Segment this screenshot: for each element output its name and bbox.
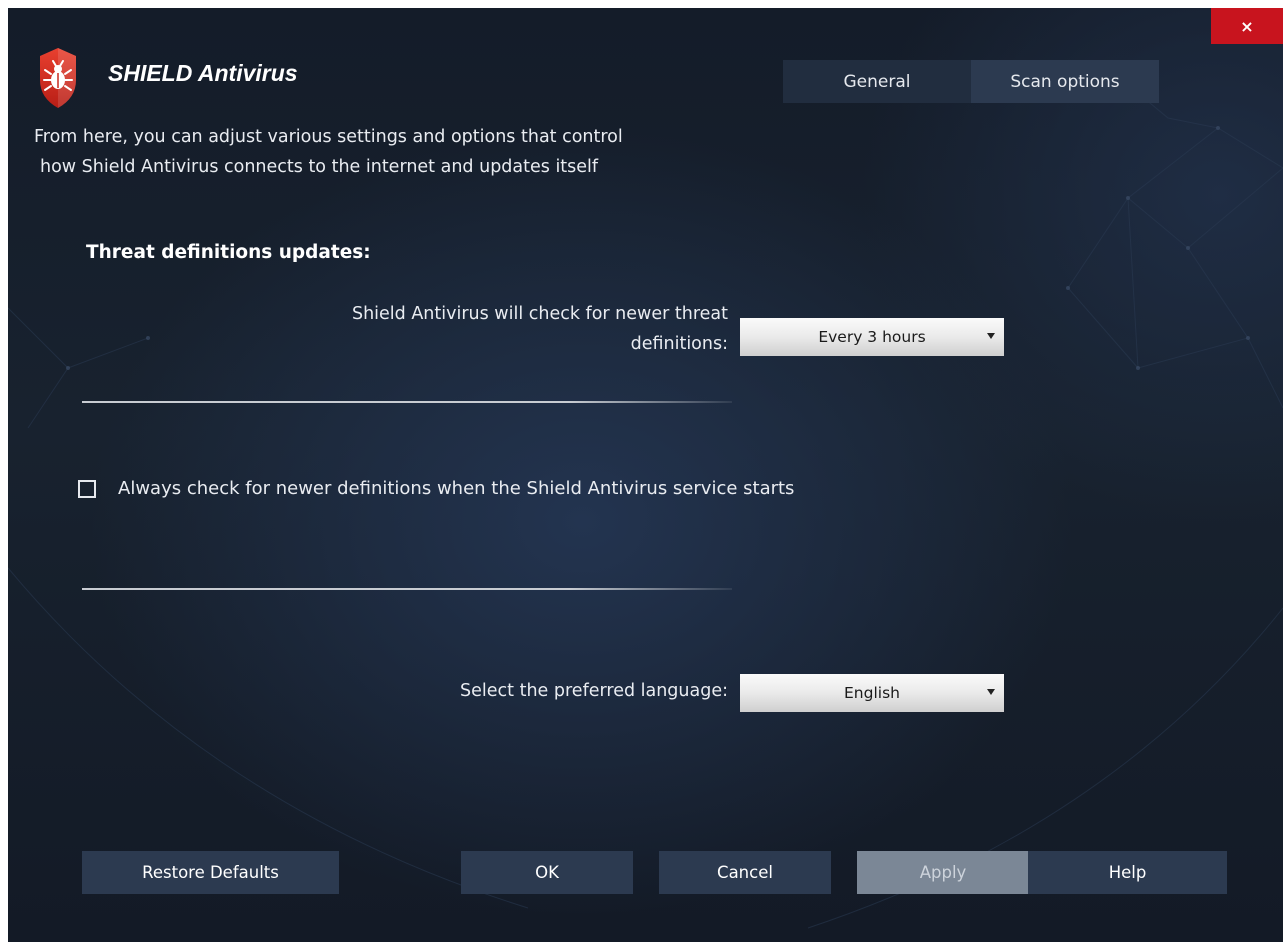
always-check-option[interactable]: Always check for newer definitions when … — [78, 478, 794, 499]
restore-defaults-button[interactable]: Restore Defaults — [82, 851, 339, 894]
description-line-1: From here, you can adjust various settin… — [34, 127, 623, 147]
update-frequency-select[interactable]: Every 3 hours — [740, 318, 1004, 356]
description-line-2: how Shield Antivirus connects to the int… — [40, 157, 599, 177]
chevron-down-icon — [987, 689, 995, 695]
update-frequency-label-line-1: Shield Antivirus will check for newer th… — [351, 304, 728, 324]
language-select[interactable]: English — [740, 674, 1004, 712]
section-divider — [82, 588, 732, 590]
update-frequency-label-line-2: definitions: — [630, 334, 728, 354]
cancel-button[interactable]: Cancel — [659, 851, 831, 894]
section-divider — [82, 401, 732, 403]
threat-updates-heading: Threat definitions updates: — [86, 242, 371, 263]
app-title: SHIELD Antivirus — [108, 60, 298, 86]
chevron-down-icon — [987, 333, 995, 339]
settings-window: × SHIELD Antivirus General Scan options — [8, 8, 1283, 942]
apply-button[interactable]: Apply — [857, 851, 1029, 894]
always-check-label: Always check for newer definitions when … — [118, 478, 795, 499]
page-description: From here, you can adjust various settin… — [34, 122, 794, 182]
tab-bar: General Scan options — [783, 60, 1159, 103]
tab-scan-options[interactable]: Scan options — [971, 60, 1159, 103]
language-value: English — [844, 684, 900, 702]
update-frequency-value: Every 3 hours — [818, 328, 926, 346]
language-label: Select the preferred language: — [460, 681, 728, 701]
always-check-checkbox[interactable] — [78, 479, 96, 498]
close-button[interactable]: × — [1211, 8, 1283, 44]
shield-bug-icon — [40, 48, 76, 108]
ok-button[interactable]: OK — [461, 851, 633, 894]
tab-general[interactable]: General — [783, 60, 971, 103]
update-frequency-label: Shield Antivirus will check for newer th… — [208, 299, 728, 359]
help-button[interactable]: Help — [1028, 851, 1227, 894]
close-icon: × — [1240, 16, 1254, 36]
